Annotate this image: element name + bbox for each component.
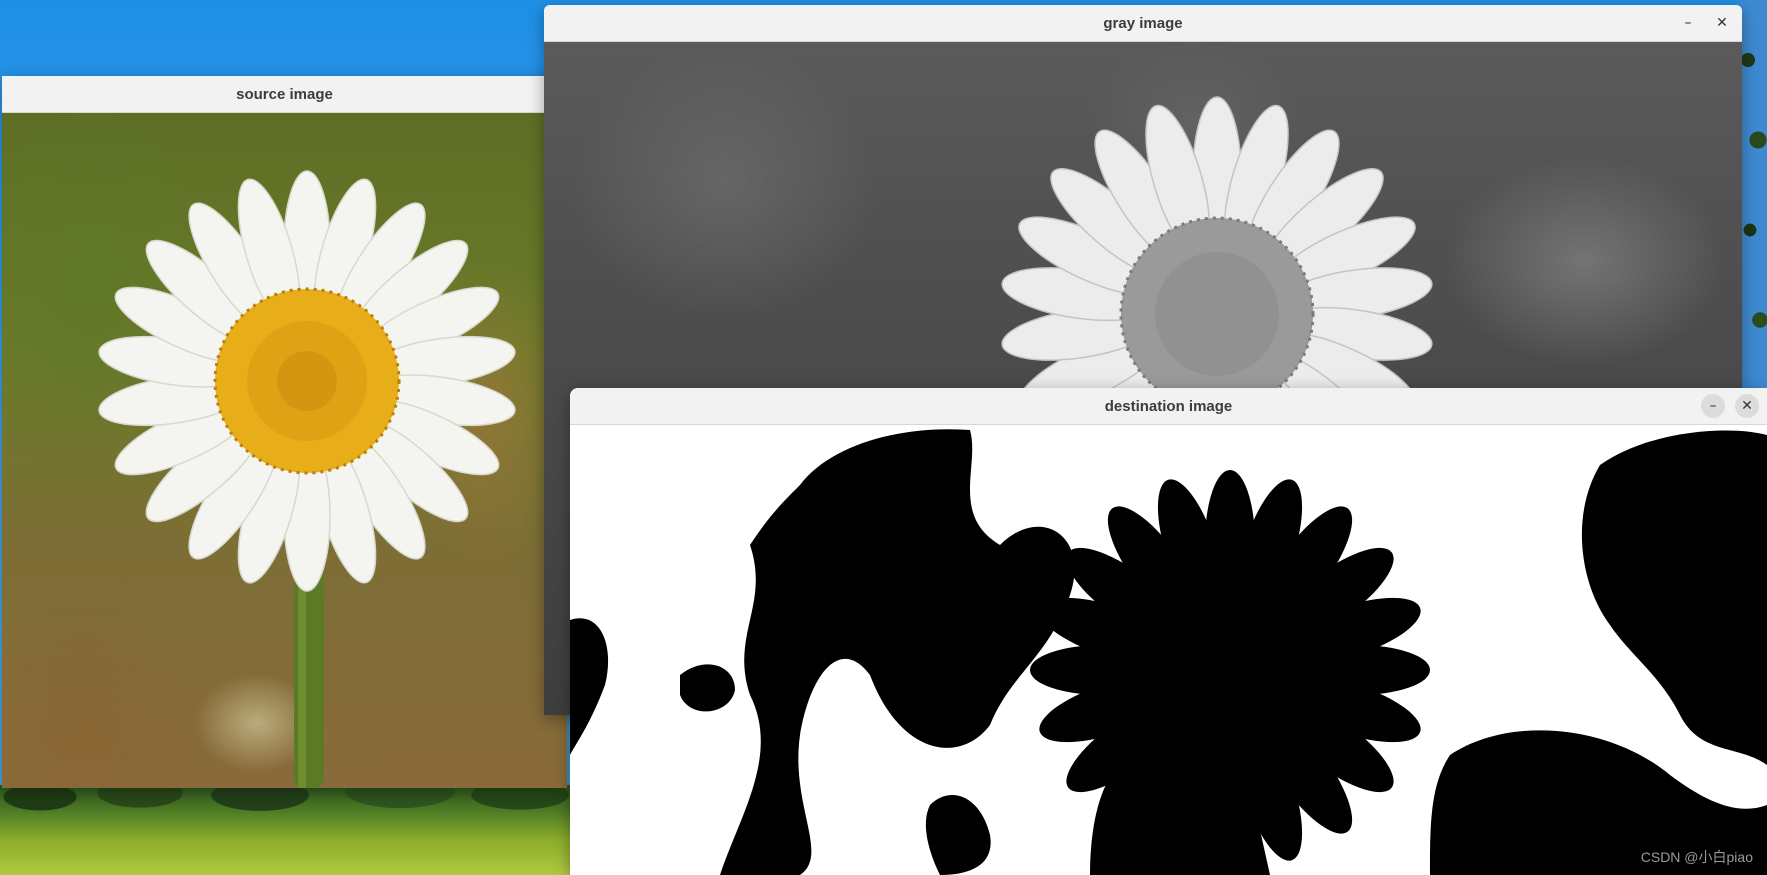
destination-window-title: destination image	[1104, 397, 1233, 415]
bottom-dark-blob	[925, 795, 991, 875]
small-dark-blob	[680, 664, 735, 712]
dark-flower-center	[1140, 580, 1320, 760]
source-titlebar[interactable]: source image	[2, 76, 567, 113]
binary-threshold-image	[570, 429, 1767, 875]
close-icon[interactable]: ✕	[1710, 11, 1734, 35]
left-dark-region	[720, 429, 1075, 875]
minimize-icon[interactable]: –	[1676, 11, 1700, 35]
destination-titlebar[interactable]: destination image – ✕	[570, 388, 1767, 425]
source-image-window[interactable]: source image	[2, 76, 567, 788]
gray-titlebar[interactable]: gray image – ✕	[544, 5, 1742, 42]
right-dark-region	[1581, 430, 1767, 765]
minimize-icon[interactable]: –	[1701, 394, 1725, 418]
wallpaper-meadow	[0, 785, 580, 875]
edge-dark-blob	[570, 618, 609, 755]
close-icon[interactable]: ✕	[1735, 394, 1759, 418]
destination-image-window[interactable]: destination image – ✕ CSDN @小白piao	[570, 388, 1767, 875]
destination-window-controls: – ✕	[1701, 388, 1759, 424]
source-daisy	[98, 170, 516, 788]
source-window-title: source image	[236, 85, 333, 103]
gray-window-title: gray image	[1103, 14, 1183, 32]
destination-image-canvas: CSDN @小白piao	[570, 425, 1767, 875]
gray-window-controls: – ✕	[1676, 5, 1734, 41]
watermark: CSDN @小白piao	[1640, 849, 1753, 865]
source-image-canvas	[2, 113, 567, 788]
